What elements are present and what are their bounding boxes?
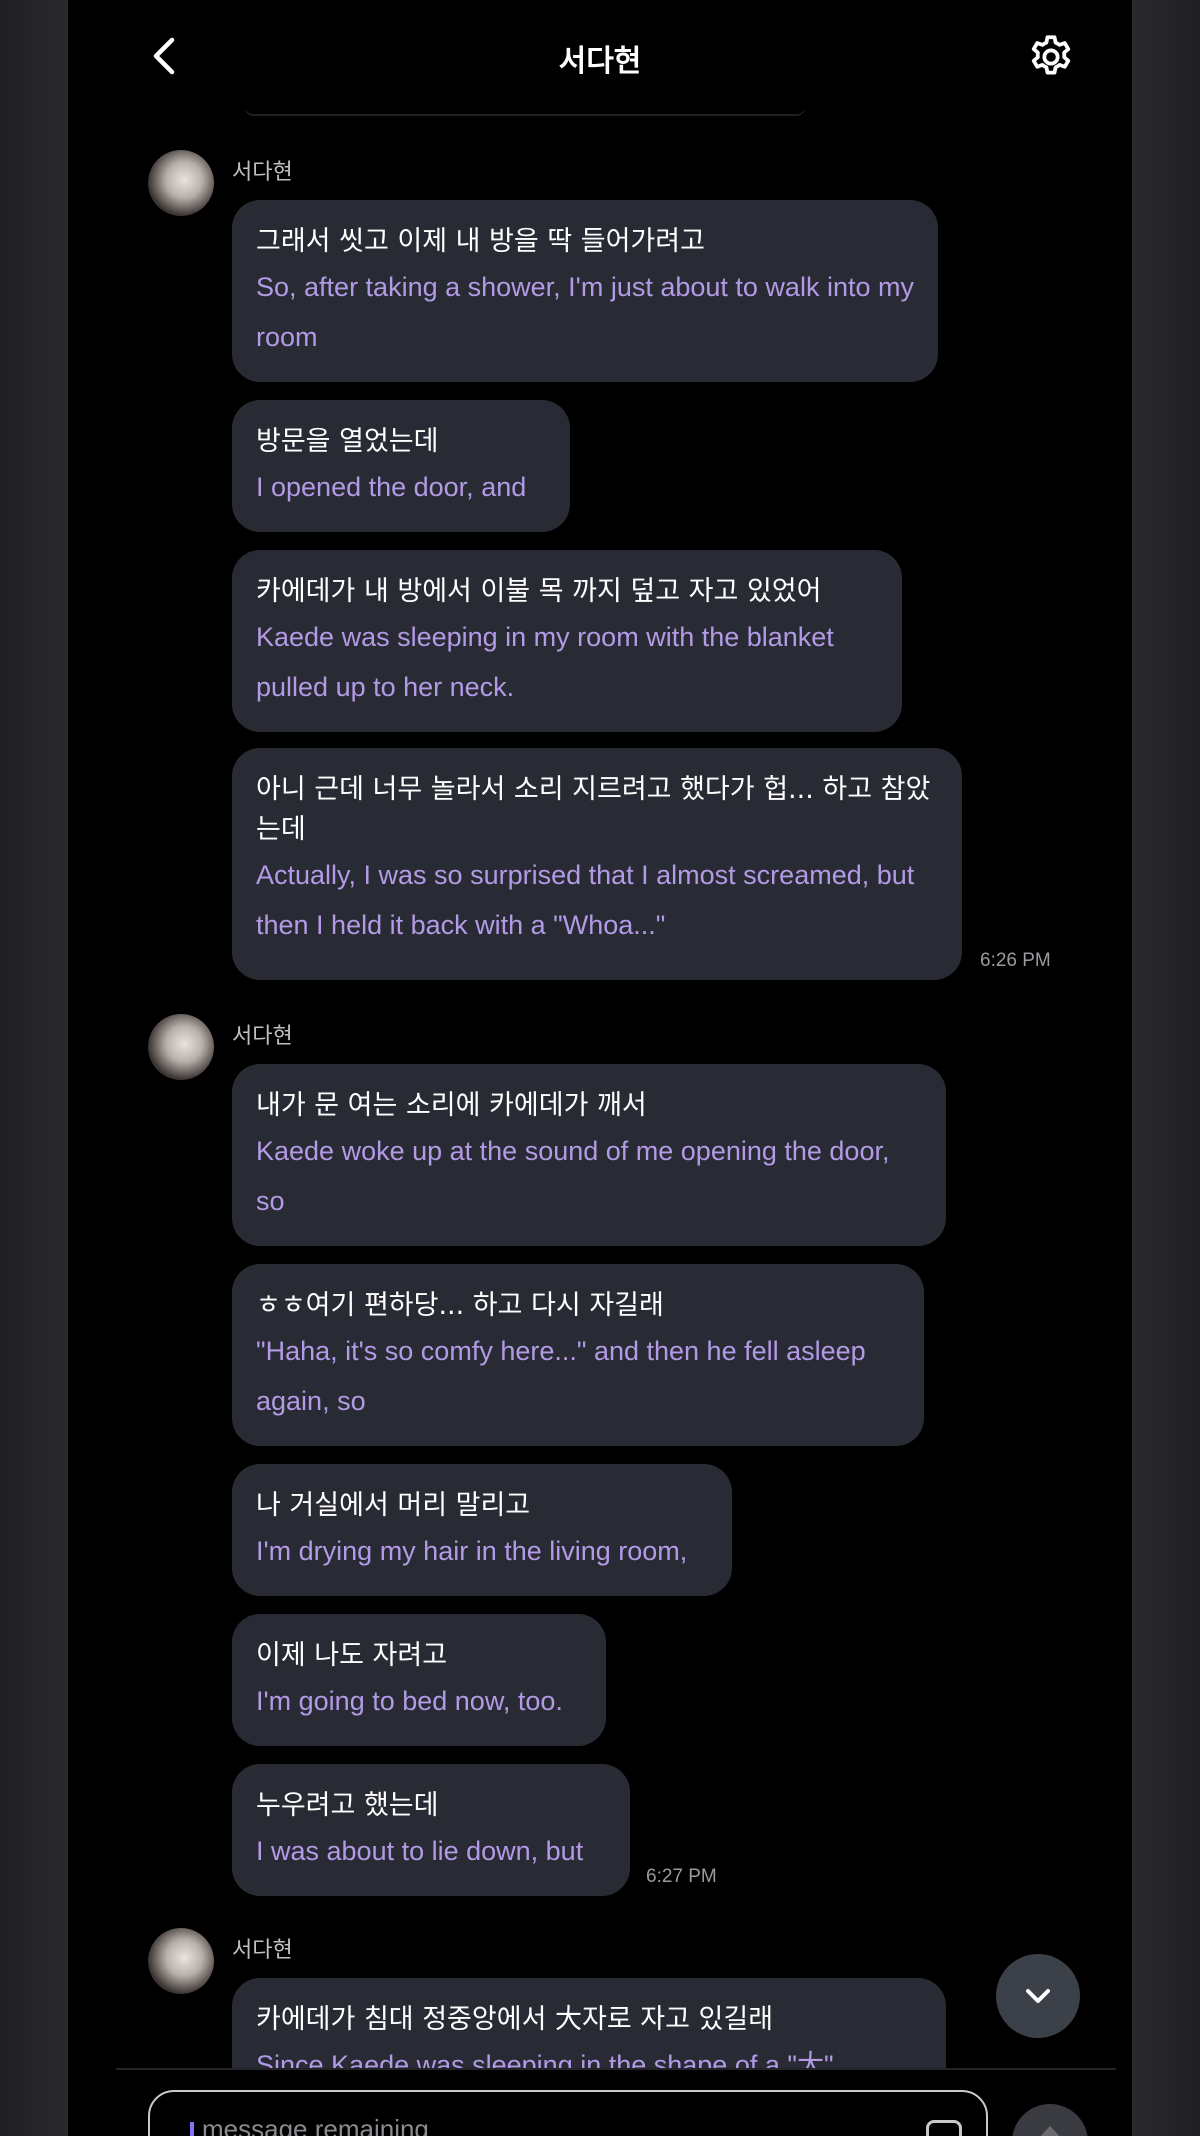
message-original: 그래서 씻고 이제 내 방을 딱 들어가려고: [256, 226, 705, 257]
message-original: 누우려고 했는데: [256, 1790, 439, 1821]
message-input-placeholder: message remaining: [202, 2114, 429, 2136]
message-translation: I'm going to bed now, too.: [256, 1686, 563, 1716]
message-bubble[interactable]: 아니 근데 너무 놀라서 소리 지르려고 했다가 헙... 하고 참았는데 Ac…: [232, 748, 962, 980]
message-bubble[interactable]: ㅎㅎ여기 편하당... 하고 다시 자길래 "Haha, it's so com…: [232, 1264, 924, 1446]
message-original: ㅎㅎ여기 편하당... 하고 다시 자길래: [256, 1290, 664, 1321]
settings-button[interactable]: [1024, 30, 1078, 84]
avatar[interactable]: [148, 1014, 214, 1080]
chat-header: 서다현: [68, 0, 1132, 110]
message-bubble[interactable]: 카에데가 내 방에서 이불 목 까지 덮고 자고 있었어 Kaede was s…: [232, 550, 902, 732]
message-original: 이제 나도 자려고: [256, 1640, 448, 1671]
sender-name: 서다현: [232, 160, 293, 185]
message-original: 카에데가 내 방에서 이불 목 까지 덮고 자고 있었어: [256, 576, 822, 607]
message-original: 아니 근데 너무 놀라서 소리 지르려고 했다가 헙... 하고 참았는데: [256, 774, 931, 845]
message-translation: I was about to lie down, but: [256, 1836, 584, 1866]
message-bubble[interactable]: 방문을 열었는데 I opened the door, and: [232, 400, 570, 532]
avatar[interactable]: [148, 150, 214, 216]
message-bubble[interactable]: 그래서 씻고 이제 내 방을 딱 들어가려고 So, after taking …: [232, 200, 938, 382]
background-left: [0, 0, 68, 2136]
message-bubble[interactable]: 카에데가 침대 정중앙에서 大자로 자고 있길래 Since Kaede was…: [232, 1978, 946, 2068]
chat-screen: 서다현 그래서 씻고 이제 내 방을 딱 들어가려고 So, after tak…: [68, 0, 1132, 2136]
chevron-down-icon: [1026, 1989, 1050, 2003]
message-original: 카에데가 침대 정중앙에서 大자로 자고 있길래: [256, 2004, 774, 2035]
sticker-icon[interactable]: [926, 2120, 962, 2136]
text-cursor: [190, 2122, 194, 2136]
message-original: 나 거실에서 머리 말리고: [256, 1490, 531, 1521]
message-bubble[interactable]: 누우려고 했는데 I was about to lie down, but: [232, 1764, 630, 1896]
send-button[interactable]: [1012, 2104, 1088, 2136]
sender-name: 서다현: [232, 1938, 293, 1963]
message-translation: I'm drying my hair in the living room,: [256, 1536, 688, 1566]
sender-name: 서다현: [232, 1024, 293, 1049]
timestamp: 6:27 PM: [646, 1866, 717, 1887]
message-input[interactable]: message remaining: [148, 2090, 988, 2136]
message-bubble[interactable]: 내가 문 여는 소리에 카에데가 깨서 Kaede woke up at the…: [232, 1064, 946, 1246]
message-original: 내가 문 여는 소리에 카에데가 깨서: [256, 1090, 647, 1121]
composer-divider: [116, 2068, 1116, 2070]
message-translation: I opened the door, and: [256, 472, 527, 502]
message-bubble[interactable]: 이제 나도 자려고 I'm going to bed now, too.: [232, 1614, 606, 1746]
message-list[interactable]: 서다현 그래서 씻고 이제 내 방을 딱 들어가려고 So, after tak…: [68, 0, 1132, 2068]
timestamp: 6:26 PM: [980, 950, 1051, 971]
background-right: [1132, 0, 1200, 2136]
page-title: 서다현: [558, 44, 642, 79]
scroll-to-bottom-button[interactable]: [996, 1954, 1080, 2038]
message-translation: Kaede woke up at the sound of me opening…: [256, 1136, 890, 1216]
avatar[interactable]: [148, 1928, 214, 1994]
message-translation: "Haha, it's so comfy here..." and then h…: [256, 1336, 866, 1416]
message-translation: So, after taking a shower, I'm just abou…: [256, 272, 914, 352]
message-bubble[interactable]: 나 거실에서 머리 말리고 I'm drying my hair in the …: [232, 1464, 732, 1596]
message-original: 방문을 열었는데: [256, 426, 439, 457]
message-translation: Kaede was sleeping in my room with the b…: [256, 622, 834, 702]
arrow-up-icon: [1040, 2126, 1060, 2136]
message-translation: Actually, I was so surprised that I almo…: [256, 860, 915, 940]
message-translation: Since Kaede was sleeping in the shape of…: [256, 2050, 834, 2068]
gear-icon: [1031, 35, 1071, 75]
